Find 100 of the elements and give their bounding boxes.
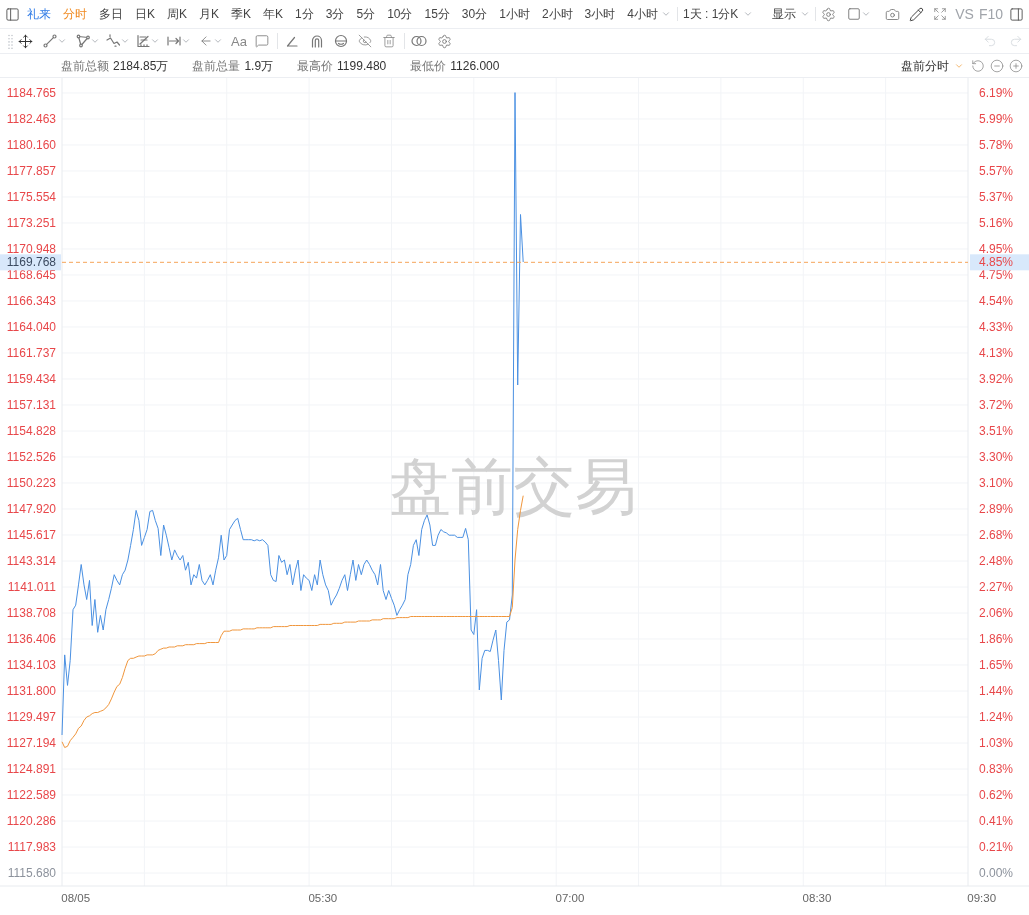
eye-off-icon[interactable] — [357, 34, 372, 48]
price-axis-label: 1117.983 — [7, 840, 56, 854]
percent-axis-label: 1.65% — [979, 658, 1014, 672]
period-tab[interactable]: 1小时 — [499, 8, 530, 20]
price-axis-label: 1150.223 — [6, 476, 56, 490]
stat-value: 1.9万 — [244, 59, 274, 72]
display-dropdown[interactable]: 显示 — [772, 8, 811, 20]
sidebar-toggle-icon[interactable] — [5, 6, 20, 22]
percent-axis-label: 1.44% — [979, 684, 1014, 698]
arrow-left-icon[interactable] — [199, 34, 213, 48]
caret-icon[interactable] — [861, 9, 872, 19]
percent-axis-label: 4.13% — [979, 346, 1014, 360]
percent-axis-label: 5.16% — [979, 216, 1014, 230]
angle-icon[interactable] — [284, 34, 299, 48]
percent-axis-label: 2.27% — [979, 580, 1014, 594]
price-axis-label: 1122.589 — [6, 788, 56, 802]
price-axis-label: 1166.343 — [6, 294, 56, 308]
caret-icon[interactable] — [660, 9, 671, 19]
caret-icon[interactable] — [57, 36, 67, 46]
period-tab[interactable]: 2小时 — [541, 8, 573, 20]
percent-axis-label: 3.92% — [979, 372, 1014, 386]
text-tool-button[interactable]: Aa — [231, 34, 247, 48]
period-tab[interactable]: 4小时 — [627, 8, 671, 20]
zoom-in-icon[interactable] — [1009, 58, 1023, 73]
settings-icon[interactable] — [436, 33, 452, 49]
percent-axis-label: 2.68% — [979, 528, 1014, 542]
stat-label: 盘前总额 — [61, 59, 109, 72]
period-tab[interactable]: 30分 — [461, 8, 488, 20]
camera-icon[interactable] — [885, 6, 901, 22]
percent-axis-label: 3.72% — [979, 398, 1014, 412]
percent-axis-label: 2.48% — [979, 554, 1014, 568]
stat-label: 最高价 — [297, 59, 334, 72]
overlapping-circles-icon[interactable] — [410, 35, 427, 47]
square-icon[interactable] — [847, 7, 862, 21]
percent-axis-label: 1.03% — [979, 736, 1014, 750]
measure-icon[interactable] — [167, 34, 181, 48]
time-axis-label: 05:30 — [308, 892, 338, 904]
period-tab[interactable]: 周K — [167, 8, 188, 20]
caret-icon[interactable] — [150, 36, 160, 46]
drag-handle-icon[interactable] — [8, 33, 13, 49]
price-axis-label: 1177.857 — [6, 164, 56, 178]
percent-axis-label: 0.62% — [979, 788, 1014, 802]
period-tab[interactable]: 月K — [199, 8, 220, 20]
period-tab[interactable]: 3小时 — [584, 8, 616, 20]
line-segment-icon[interactable] — [43, 34, 57, 48]
current-price-tag: 1169.768 — [0, 254, 61, 271]
price-axis-label: 1182.463 — [6, 112, 56, 126]
period-tab[interactable]: 日K — [135, 8, 155, 20]
period-tab[interactable]: 多日 — [99, 8, 123, 20]
percent-axis-label: 0.41% — [979, 814, 1014, 828]
period-tab[interactable]: 1分 — [295, 8, 314, 20]
period-tab[interactable]: 3分 — [325, 8, 345, 20]
trash-icon[interactable] — [381, 34, 396, 48]
fullscreen-icon[interactable] — [933, 7, 948, 21]
comment-icon[interactable] — [254, 34, 269, 48]
magnet-icon[interactable] — [309, 34, 324, 48]
price-axis-label: 1170.948 — [6, 242, 56, 256]
price-axis-label: 1184.765 — [6, 86, 56, 100]
caret-icon[interactable] — [800, 9, 811, 19]
caret-icon[interactable] — [743, 9, 754, 19]
period-tab[interactable]: 10分 — [387, 8, 413, 20]
caret-icon[interactable] — [120, 36, 130, 46]
current-percent-tag: 4.85% — [970, 254, 1029, 271]
period-tab[interactable]: 季K — [231, 8, 252, 20]
pencil-icon[interactable] — [909, 6, 925, 22]
zigzag-line-icon[interactable] — [106, 34, 120, 48]
move-icon[interactable] — [18, 33, 33, 49]
period-tab[interactable]: 5分 — [356, 8, 376, 20]
range-dropdown[interactable]: 1天 : 1分K — [682, 8, 754, 20]
percent-axis-label: 4.75% — [979, 268, 1014, 282]
price-axis-label: 1134.103 — [6, 658, 56, 672]
period-tab[interactable]: 15分 — [424, 8, 450, 20]
price-axis-label: 1138.708 — [6, 606, 56, 620]
period-tab[interactable]: 年K — [263, 8, 284, 20]
price-axis-label: 1124.891 — [6, 762, 56, 776]
zoom-out-icon[interactable] — [990, 58, 1004, 73]
price-axis-label: 1168.645 — [6, 268, 56, 282]
panel-toggle-icon[interactable] — [1009, 6, 1024, 22]
price-axis-label: 1145.617 — [6, 528, 56, 542]
price-axis-label: 1143.314 — [6, 554, 56, 568]
stat-value: 1126.000 — [450, 59, 500, 72]
settings-icon[interactable] — [821, 6, 837, 22]
price-axis-label: 1173.251 — [6, 216, 56, 230]
percent-axis-label: 1.86% — [979, 632, 1014, 646]
chart-ruler-icon[interactable] — [136, 34, 150, 48]
price-axis-label: 1127.194 — [6, 736, 56, 750]
caret-icon[interactable] — [213, 36, 223, 46]
time-axis-label: 08/05 — [61, 892, 91, 904]
session-dropdown[interactable]: 盘前分时 — [901, 59, 964, 72]
percent-axis-label: 4.33% — [979, 320, 1014, 334]
percent-axis-label: 0.83% — [979, 762, 1014, 776]
caret-icon[interactable] — [90, 36, 100, 46]
polygon-icon[interactable] — [76, 34, 90, 48]
percent-axis-label: 0.21% — [979, 840, 1014, 854]
reset-icon[interactable] — [971, 58, 985, 73]
price-axis-label: 1161.737 — [6, 346, 56, 360]
price-axis-label: 1175.554 — [6, 190, 56, 204]
percent-axis-label: 3.10% — [979, 476, 1014, 490]
caret-icon[interactable] — [181, 36, 191, 46]
symbol-name[interactable]: 礼来 — [27, 8, 51, 20]
